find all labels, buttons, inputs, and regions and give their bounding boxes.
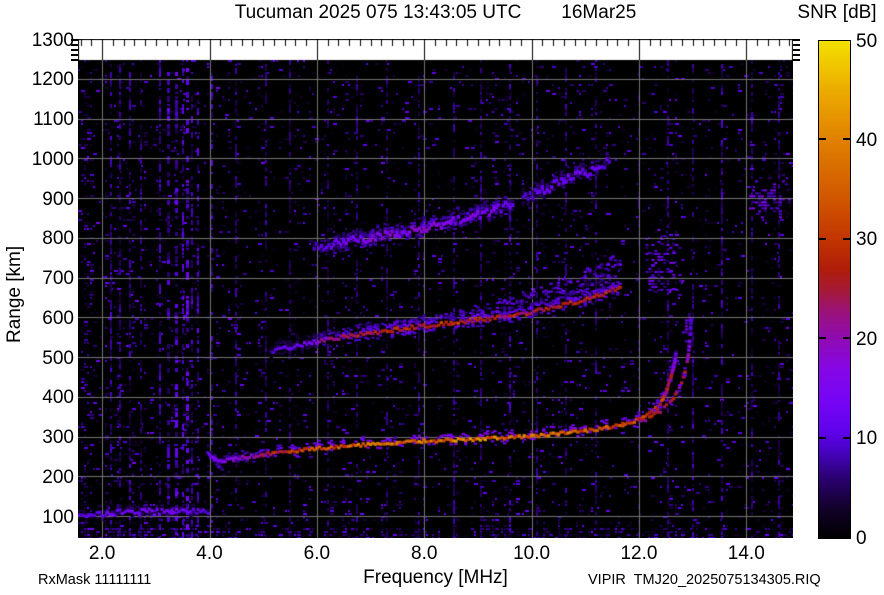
rx-mask-label: RxMask 11111111 [38, 572, 152, 588]
plot-area [78, 39, 793, 538]
x-tick-label: 14.0 [727, 543, 765, 564]
range-minor-tick [71, 44, 78, 46]
y-tick-label: 100 [42, 506, 74, 528]
title-row: Tucuman 2025 075 13:43:05 UTC 16Mar25 [78, 2, 793, 24]
colorbar-tick-label: 20 [856, 328, 878, 350]
range-minor-tick [793, 49, 800, 51]
colorbar-tick-mark [819, 436, 826, 439]
plot-date: 16Mar25 [561, 2, 637, 23]
y-tick-label: 800 [42, 228, 74, 250]
range-minor-tick [793, 44, 800, 46]
colorbar-tick-mark [819, 138, 826, 141]
colorbar-tick-label: 10 [856, 428, 878, 450]
y-tick-label: 200 [42, 466, 74, 488]
colorbar-tick-mark [843, 237, 850, 240]
y-tick-label: 1200 [31, 69, 74, 91]
ionogram-heatmap-canvas [78, 39, 793, 538]
range-minor-tick [71, 49, 78, 51]
x-tick-label: 12.0 [620, 543, 658, 564]
plot-title: Tucuman 2025 075 13:43:05 UTC [234, 2, 522, 23]
x-tick-label: 8.0 [411, 543, 438, 564]
x-tick-label: 2.0 [88, 543, 116, 564]
x-tick-label: 6.0 [303, 543, 331, 564]
range-minor-tick [71, 59, 78, 61]
range-minor-tick [793, 59, 800, 61]
colorbar-gradient [818, 40, 851, 539]
y-tick-label: 700 [42, 268, 74, 290]
colorbar-tick-label: 50 [856, 30, 878, 52]
range-minor-tick [793, 54, 800, 56]
colorbar-tick-label: 0 [856, 527, 867, 549]
y-tick-label: 500 [42, 347, 74, 369]
y-tick-label: 900 [42, 188, 74, 210]
x-tick-label: 4.0 [196, 543, 223, 564]
y-tick-label: 1100 [33, 109, 74, 131]
y-tick-label: 600 [42, 307, 74, 329]
y-tick-label: 1000 [31, 148, 74, 170]
colorbar-tick-mark [843, 436, 850, 439]
range-minor-tick [71, 39, 78, 41]
y-tick-label: 400 [42, 387, 74, 409]
ionogram-page: Tucuman 2025 075 13:43:05 UTC 16Mar25 SN… [0, 0, 884, 595]
range-minor-tick [71, 54, 78, 56]
colorbar-tick-mark [843, 138, 850, 141]
filename-label: VIPIR TMJ20_2025075134305.RIQ [588, 572, 821, 588]
colorbar-tick-mark [843, 337, 850, 340]
x-tick-label: 10.0 [513, 543, 551, 564]
y-tick-label: 1300 [31, 29, 74, 51]
colorbar-tick-mark [819, 237, 826, 240]
colorbar-title: SNR [dB] [797, 2, 877, 23]
colorbar-tick-mark [819, 337, 826, 340]
range-minor-tick [793, 39, 800, 41]
y-tick-label: 300 [42, 427, 74, 449]
colorbar-tick-label: 30 [856, 229, 878, 251]
colorbar-tick-label: 40 [856, 129, 878, 151]
